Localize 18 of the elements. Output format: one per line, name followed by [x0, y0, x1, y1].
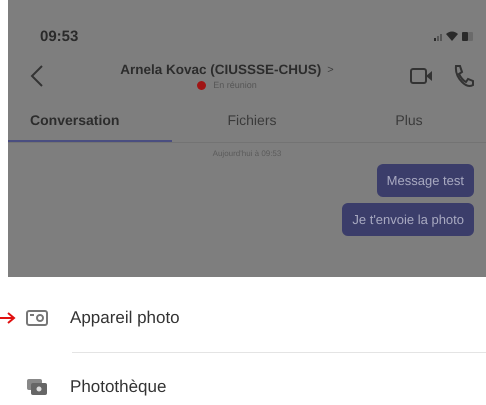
- status-icons: [434, 30, 474, 42]
- tab[interactable]: Fichiers: [172, 104, 332, 142]
- chevron-icon[interactable]: >: [327, 64, 334, 76]
- photos-icon: [26, 378, 48, 396]
- back-icon[interactable]: [30, 64, 44, 88]
- video-call-icon[interactable]: [410, 67, 434, 85]
- contact-name[interactable]: Arnela Kovac (CIUSSSE-CHUS): [120, 62, 322, 77]
- arrow-icon: [0, 312, 16, 324]
- status-time: 09:53: [40, 28, 78, 44]
- message-bubble: Je t'envoie la photo: [342, 203, 474, 236]
- tab[interactable]: Conversation: [8, 104, 172, 142]
- camera-icon: [26, 309, 48, 327]
- tab[interactable]: Plus: [332, 104, 486, 142]
- menu-item[interactable]: Photothèque: [26, 372, 486, 402]
- message-bubble: Message test: [376, 164, 474, 197]
- menu-item[interactable]: Appareil photo: [26, 303, 486, 333]
- phone-icon[interactable]: [452, 64, 474, 88]
- presence-dot: [197, 80, 206, 90]
